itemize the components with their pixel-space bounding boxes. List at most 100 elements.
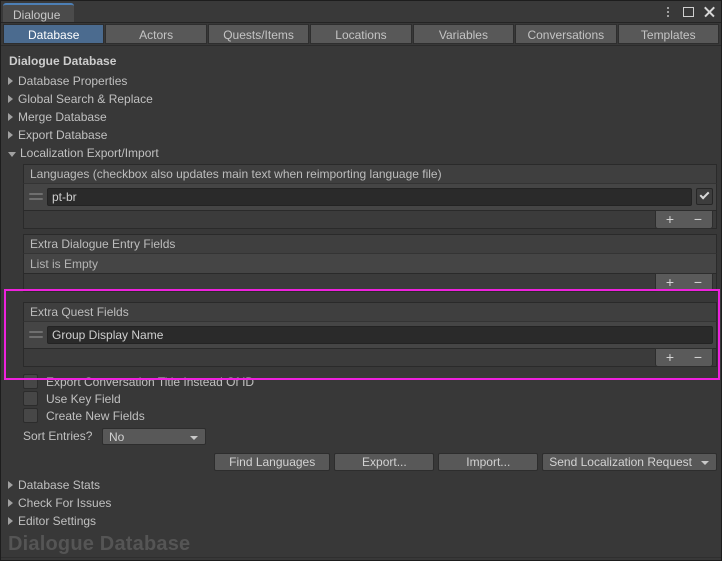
chevron-right-icon	[8, 113, 13, 121]
tab-conversations-label: Conversations	[527, 28, 605, 42]
find-languages-button[interactable]: Find Languages	[214, 453, 331, 471]
tab-database-label: Database	[28, 28, 80, 42]
chevron-right-icon	[8, 499, 13, 507]
checkbox-icon[interactable]	[23, 391, 38, 406]
tab-actors-label: Actors	[139, 28, 174, 42]
chevron-right-icon	[8, 95, 13, 103]
add-extra-quest-field-button[interactable]: +	[656, 349, 684, 366]
foldout-global-search-replace-label: Global Search & Replace	[18, 92, 153, 106]
foldout-database-stats[interactable]: Database Stats	[5, 476, 717, 494]
languages-list-body	[23, 183, 717, 211]
foldout-merge-database-label: Merge Database	[18, 110, 107, 124]
languages-list: Languages (checkbox also updates main te…	[23, 164, 717, 229]
bottom-foldouts: Database Stats Check For Issues Editor S…	[5, 476, 717, 530]
tab-database[interactable]: Database	[3, 24, 105, 44]
footer-divider	[1, 557, 721, 558]
tab-quests-items[interactable]: Quests/Items	[207, 24, 310, 44]
drag-handle-icon[interactable]	[29, 331, 43, 338]
language-input[interactable]	[47, 187, 692, 206]
sort-entries-dropdown[interactable]: No	[102, 427, 206, 445]
option-create-new-fields-label: Create New Fields	[46, 408, 145, 423]
extra-quest-fields-body	[23, 321, 717, 349]
extra-quest-fields-header: Extra Quest Fields	[23, 302, 717, 321]
tab-conversations[interactable]: Conversations	[515, 24, 617, 44]
extra-dialogue-entry-add-remove-group: + −	[655, 273, 713, 292]
remove-extra-dialogue-entry-field-button[interactable]: −	[684, 274, 712, 291]
chevron-right-icon	[8, 77, 13, 85]
option-export-conversation-title[interactable]: Export Conversation Title Instead Of ID	[5, 373, 717, 390]
add-language-button[interactable]: +	[656, 211, 684, 228]
sort-entries-label: Sort Entries?	[23, 429, 93, 443]
window-tab-dialogue[interactable]: Dialogue	[3, 3, 75, 22]
foldout-localization-export-import[interactable]: Localization Export/Import	[5, 144, 717, 162]
tab-templates[interactable]: Templates	[617, 24, 719, 44]
extra-dialogue-entry-fields-header: Extra Dialogue Entry Fields	[23, 234, 717, 253]
extra-quest-fields-footer: + −	[23, 348, 717, 367]
window-titlebar: Dialogue	[1, 1, 721, 23]
extra-dialogue-entry-fields-list: Extra Dialogue Entry Fields List is Empt…	[23, 234, 717, 292]
sort-entries-value: No	[109, 429, 125, 444]
extra-quest-fields-add-remove-group: + −	[655, 348, 713, 367]
option-use-key-field[interactable]: Use Key Field	[5, 390, 717, 407]
list-item[interactable]	[27, 187, 713, 206]
chevron-down-icon	[701, 461, 709, 465]
languages-list-footer: + −	[23, 210, 717, 229]
language-checkbox[interactable]	[696, 188, 713, 205]
dialogue-database-window: Dialogue Database Actors Quests/Items Lo…	[0, 0, 722, 561]
option-create-new-fields[interactable]: Create New Fields	[5, 407, 717, 424]
tab-variables[interactable]: Variables	[412, 24, 515, 44]
foldout-editor-settings-label: Editor Settings	[18, 514, 97, 528]
foldout-check-for-issues-label: Check For Issues	[18, 496, 112, 510]
import-button[interactable]: Import...	[438, 453, 539, 471]
foldout-global-search-replace[interactable]: Global Search & Replace	[5, 90, 717, 108]
languages-list-header: Languages (checkbox also updates main te…	[23, 164, 717, 183]
add-extra-dialogue-entry-field-button[interactable]: +	[656, 274, 684, 291]
send-localization-request-label: Send Localization Request	[549, 455, 693, 469]
chevron-right-icon	[8, 131, 13, 139]
foldout-check-for-issues[interactable]: Check For Issues	[5, 494, 717, 512]
foldout-export-database-label: Export Database	[18, 128, 108, 142]
chevron-right-icon	[8, 517, 13, 525]
extra-dialogue-entry-fields-empty: List is Empty	[23, 253, 717, 274]
tab-locations-label: Locations	[335, 28, 387, 42]
localization-options: Export Conversation Title Instead Of ID …	[5, 373, 717, 446]
database-inspector-body: Dialogue Database Database Properties Gl…	[1, 46, 721, 530]
send-localization-request-dropdown[interactable]: Send Localization Request	[542, 453, 717, 471]
tab-variables-label: Variables	[438, 28, 488, 42]
remove-extra-quest-field-button[interactable]: −	[684, 349, 712, 366]
close-icon[interactable]	[703, 5, 716, 18]
foldout-database-stats-label: Database Stats	[18, 478, 101, 492]
checkbox-icon[interactable]	[23, 408, 38, 423]
foldout-export-database[interactable]: Export Database	[5, 126, 717, 144]
checkbox-icon[interactable]	[23, 374, 38, 389]
foldout-database-properties[interactable]: Database Properties	[5, 72, 717, 90]
drag-handle-icon[interactable]	[29, 193, 43, 200]
tab-actors[interactable]: Actors	[105, 24, 207, 44]
extra-quest-fields-list: Extra Quest Fields + −	[23, 302, 717, 367]
option-export-conversation-title-label: Export Conversation Title Instead Of ID	[46, 374, 255, 389]
chevron-right-icon	[8, 481, 13, 489]
export-button[interactable]: Export...	[334, 453, 435, 471]
foldout-localization-export-import-label: Localization Export/Import	[20, 146, 159, 160]
extra-dialogue-entry-fields-footer: + −	[23, 273, 717, 292]
tab-locations[interactable]: Locations	[310, 24, 412, 44]
chevron-down-icon	[8, 151, 16, 157]
more-options-icon[interactable]	[662, 5, 674, 19]
languages-add-remove-group: + −	[655, 210, 713, 229]
option-use-key-field-label: Use Key Field	[46, 391, 121, 406]
watermark-label: Dialogue Database	[8, 533, 191, 555]
sort-entries-row: Sort Entries? No	[5, 426, 717, 446]
list-item[interactable]	[27, 325, 713, 344]
foldout-editor-settings[interactable]: Editor Settings	[5, 512, 717, 530]
window-controls	[662, 1, 716, 22]
foldout-database-properties-label: Database Properties	[18, 74, 128, 88]
chevron-down-icon	[190, 435, 198, 440]
remove-language-button[interactable]: −	[684, 211, 712, 228]
extra-quest-field-input[interactable]	[47, 325, 713, 344]
page-title: Dialogue Database	[9, 54, 117, 68]
foldout-merge-database[interactable]: Merge Database	[5, 108, 717, 126]
window-tab-label: Dialogue	[13, 8, 61, 22]
maximize-icon[interactable]	[683, 6, 694, 17]
localization-action-row: Find Languages Export... Import... Send …	[5, 453, 717, 471]
tab-templates-label: Templates	[640, 28, 696, 42]
